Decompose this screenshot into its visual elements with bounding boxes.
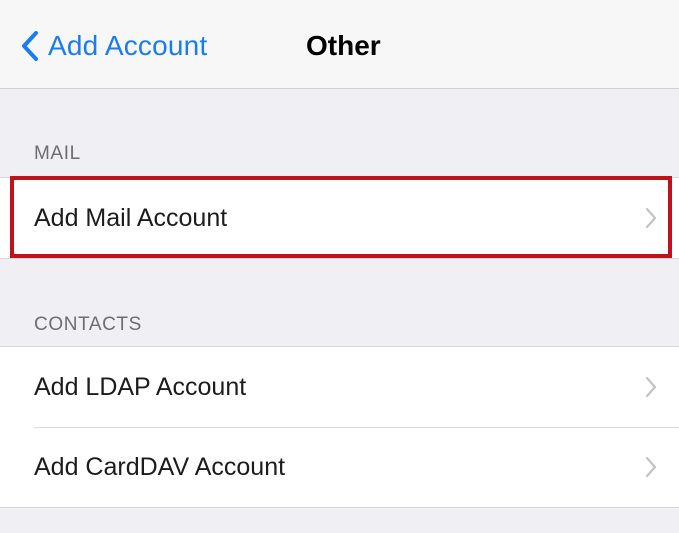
- list-item-label: Add Mail Account: [34, 203, 228, 232]
- mail-list: Add Mail Account: [0, 177, 679, 259]
- list-item-add-mail-account[interactable]: Add Mail Account: [0, 178, 679, 258]
- contacts-list: Add LDAP Account Add CardDAV Account: [0, 346, 679, 508]
- back-button-label: Add Account: [48, 30, 208, 61]
- list-item-add-carddav-account[interactable]: Add CardDAV Account: [0, 427, 679, 507]
- back-button[interactable]: Add Account: [20, 26, 207, 66]
- page-title: Other: [306, 30, 381, 61]
- list-item-add-ldap-account[interactable]: Add LDAP Account: [0, 347, 679, 427]
- chevron-left-icon: [22, 31, 38, 61]
- navigation-bar: Add Account Other: [0, 0, 679, 89]
- list-item-label: Add CardDAV Account: [34, 452, 286, 481]
- section-header-mail: MAIL: [34, 143, 81, 164]
- section-header-contacts: CONTACTS: [34, 314, 142, 335]
- list-item-label: Add LDAP Account: [34, 372, 247, 401]
- chevron-right-icon: [645, 376, 657, 398]
- chevron-right-icon: [645, 456, 657, 478]
- chevron-right-icon: [645, 207, 657, 229]
